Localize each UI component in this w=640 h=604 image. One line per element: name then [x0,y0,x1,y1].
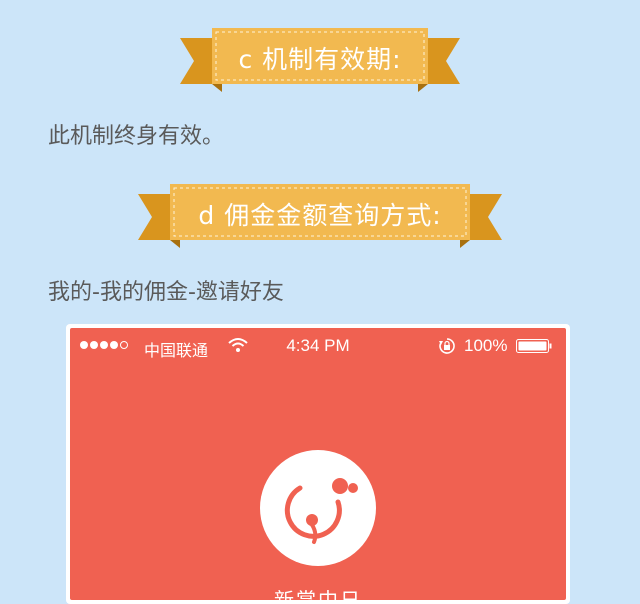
app-logo-icon [284,478,358,544]
app-name: 新掌中日 [274,588,362,600]
status-bar: 中国联通 4:34 PM 100% [70,328,566,366]
section-d-text: 我的-我的佣金-邀请好友 [48,280,284,305]
rotation-lock-icon [439,338,455,354]
battery-percentage: 100% [464,336,508,355]
battery-icon [516,339,552,353]
section-d-title: d 佣金金额查询方式: [198,201,442,230]
app-logo [260,450,376,566]
phone-frame: 中国联通 4:34 PM 100% 新掌中日 [66,324,570,604]
section-c-ribbon: c 机制有效期: [180,22,460,98]
section-d-ribbon: d 佣金金额查询方式: [138,178,502,254]
app-splash-screen: 中国联通 4:34 PM 100% 新掌中日 [70,328,566,600]
section-c-text: 此机制终身有效。 [48,124,225,149]
section-c-title: c 机制有效期: [238,45,402,74]
